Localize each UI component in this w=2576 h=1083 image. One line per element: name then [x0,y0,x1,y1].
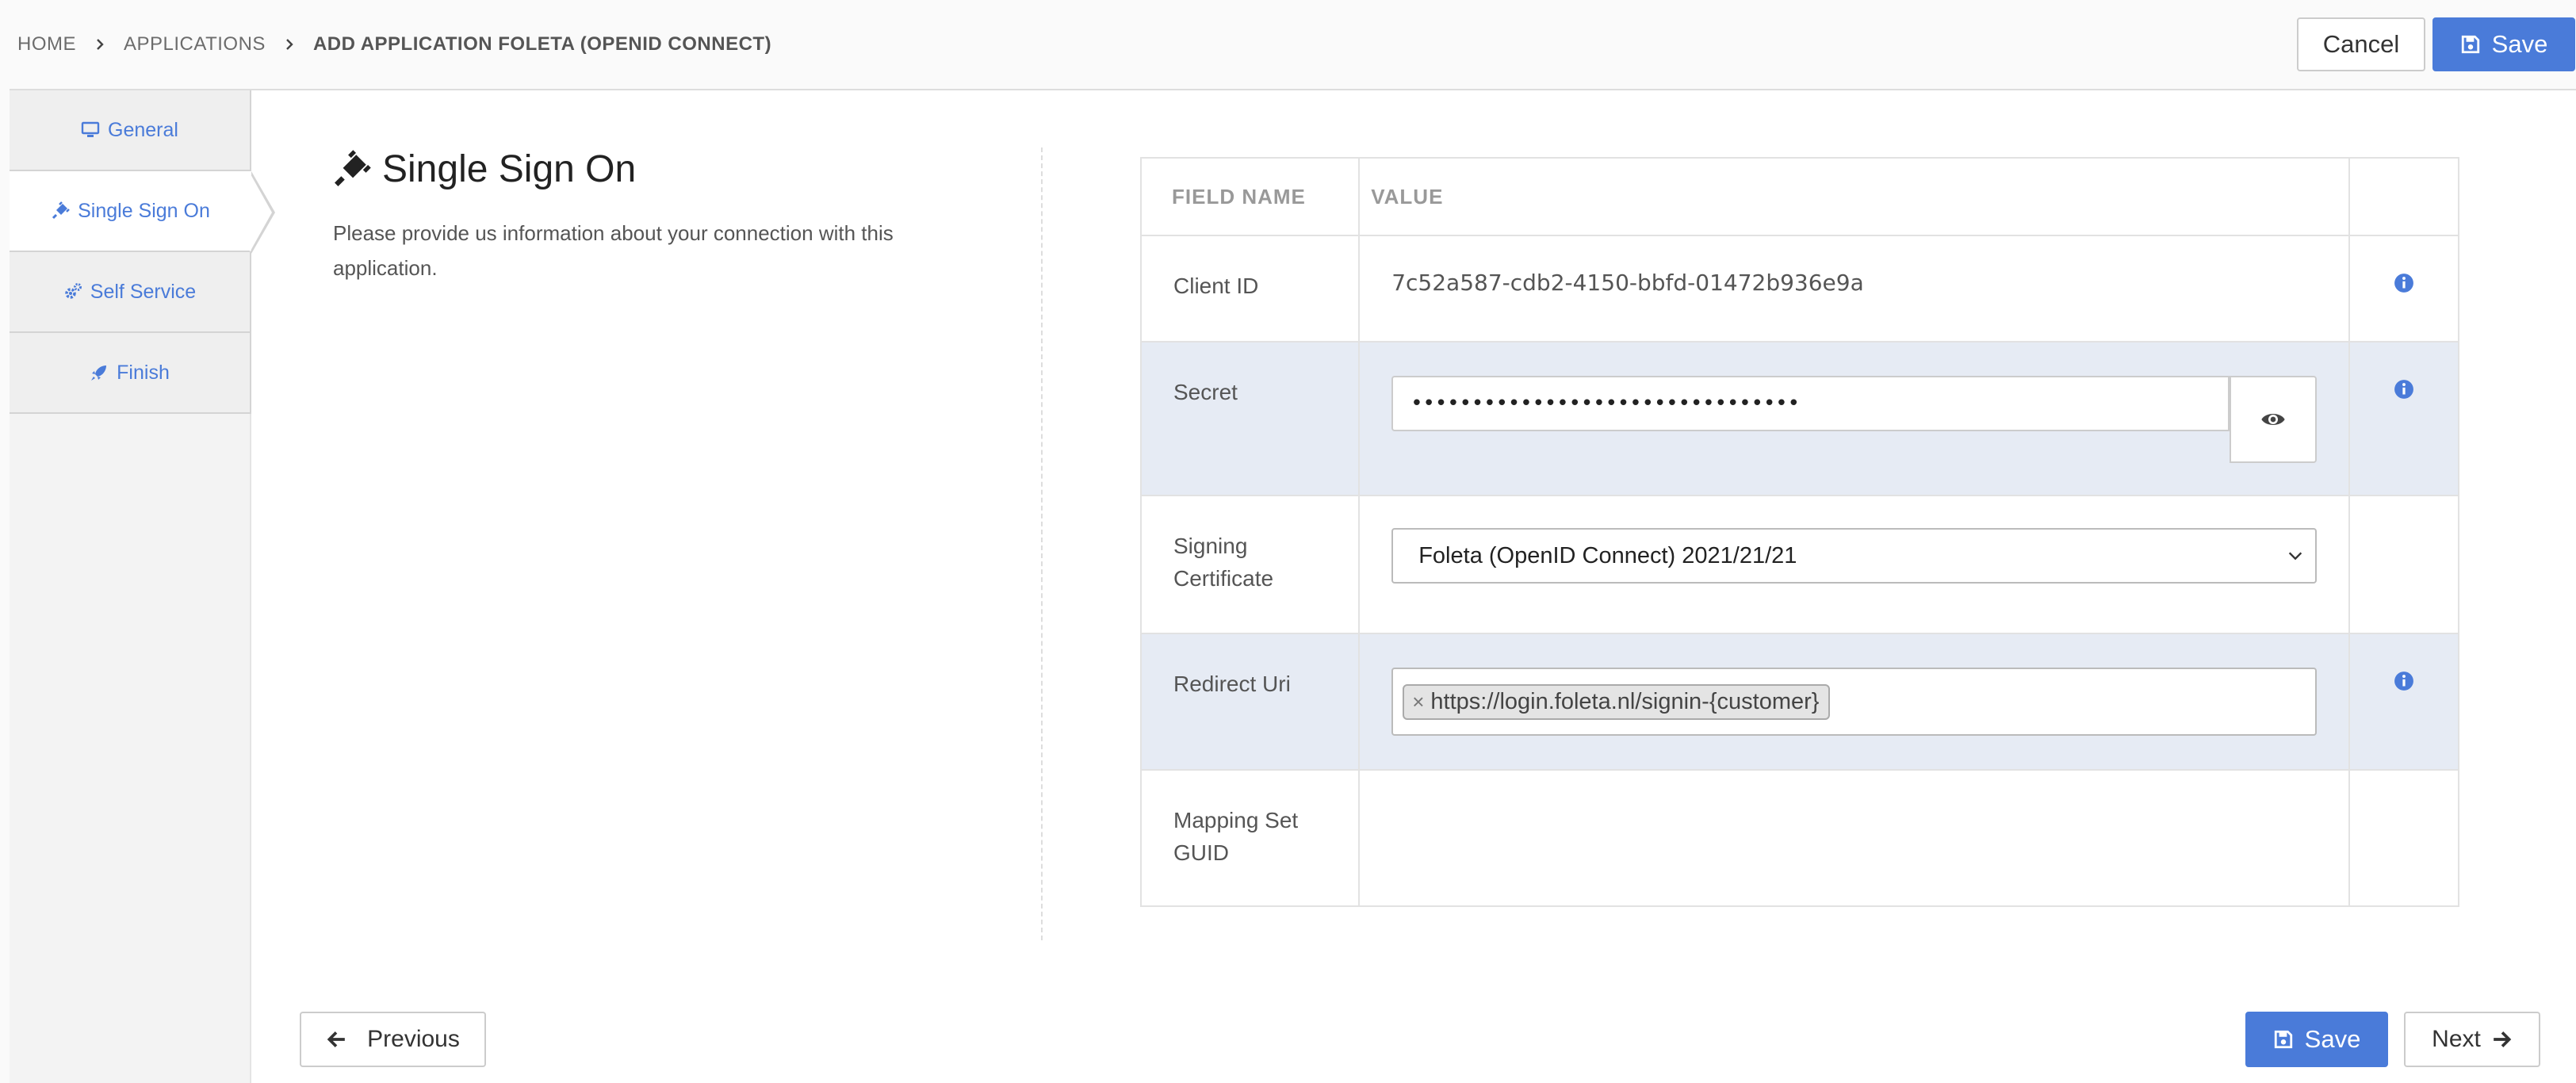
fields-table: FIELD NAME VALUE Client ID 7c52a587-cdb2… [1139,157,2459,907]
chevron-right-icon [76,38,124,51]
table-row-redirect-uri: Redirect Uri × https://login.foleta.nl/s… [1139,633,2459,771]
table-row-client-id: Client ID 7c52a587-cdb2-4150-bbfd-01472b… [1139,235,2459,343]
tab-label: General [108,118,178,141]
breadcrumb-applications[interactable]: APPLICATIONS [124,33,266,55]
tab-label: Single Sign On [78,199,210,222]
table-row-signing-certificate: Signing Certificate Foleta (OpenID Conne… [1139,495,2459,634]
info-icon[interactable] [2394,671,2414,691]
page-title: Single Sign On [331,147,636,191]
field-value: 7c52a587-cdb2-4150-bbfd-01472b936e9a [1358,235,2351,343]
info-icon[interactable] [2394,273,2414,293]
column-header-field-name: FIELD NAME [1139,157,1361,236]
section-description: Please provide us information about your… [333,221,894,280]
secret-input[interactable] [1391,376,2230,431]
eye-icon [2261,414,2285,425]
breadcrumb-current: ADD APPLICATION FOLETA (OPENID CONNECT) [312,33,772,55]
field-name: Secret [1139,341,1361,496]
field-value [1358,769,2351,907]
chevron-down-icon [2289,552,2302,561]
active-tab-arrow-fill [250,173,272,252]
next-button[interactable]: Next [2404,1012,2540,1067]
plug-icon [335,149,371,186]
signing-certificate-select[interactable]: Foleta (OpenID Connect) 2021/21/21 [1391,528,2318,584]
desktop-icon [81,121,100,137]
next-button-label: Next [2432,1026,2481,1052]
page-title-text: Single Sign On [382,148,637,190]
info-cell [2348,633,2459,771]
top-bar: HOME APPLICATIONS ADD APPLICATION FOLETA… [0,0,2576,89]
info-icon[interactable] [2394,379,2414,400]
previous-button[interactable]: Previous [300,1012,486,1067]
tab-self-service[interactable]: Self Service [10,252,251,333]
tab-general[interactable]: General [10,90,251,171]
save-button-label: Save [2491,30,2548,58]
section-divider [1041,147,1043,940]
plug-icon [52,201,70,220]
field-name: Redirect Uri [1139,633,1361,771]
tag-label: https://login.foleta.nl/signin-{customer… [1430,688,1820,714]
table-row-mapping-set-guid: Mapping Set GUID [1139,769,2459,907]
info-cell [2348,769,2459,907]
table-header-row: FIELD NAME VALUE [1139,157,2459,236]
field-name: Client ID [1139,235,1361,343]
save-button-bottom[interactable]: Save [2245,1012,2388,1067]
redirect-uri-tag: × https://login.foleta.nl/signin-{custom… [1403,683,1831,720]
info-cell [2348,235,2459,343]
floppy-disk-icon [2461,35,2479,54]
tab-finish[interactable]: Finish [10,333,251,414]
chevron-right-icon [266,38,313,51]
gears-icon [65,283,82,299]
arrow-left-icon [327,1031,345,1047]
toggle-secret-visibility-button[interactable] [2230,376,2318,463]
remove-tag-icon[interactable]: × [1412,690,1424,714]
wizard-sidebar: General Single Sign On Self Service Fini… [10,90,275,1083]
save-button-label: Save [2304,1025,2361,1053]
column-header-value: VALUE [1358,157,2351,236]
rocket-icon [91,365,107,381]
field-name: Signing Certificate [1139,495,1361,634]
field-value: × https://login.foleta.nl/signin-{custom… [1358,633,2351,771]
table-row-secret: Secret [1139,341,2459,496]
tab-single-sign-on[interactable]: Single Sign On [10,171,251,252]
field-value [1358,341,2351,496]
tab-label: Finish [117,361,170,384]
redirect-uri-tags-input[interactable]: × https://login.foleta.nl/signin-{custom… [1391,668,2318,736]
field-name: Mapping Set GUID [1139,769,1361,907]
info-cell [2348,341,2459,496]
floppy-disk-icon [2274,1030,2292,1049]
save-button-top[interactable]: Save [2432,17,2575,71]
breadcrumb-home[interactable]: HOME [17,33,76,55]
previous-button-label: Previous [367,1026,460,1052]
arrow-right-icon [2494,1031,2512,1047]
client-id-value: 7c52a587-cdb2-4150-bbfd-01472b936e9a [1391,270,1864,296]
column-header-info [2348,157,2459,236]
secret-input-group [1391,376,2318,463]
cancel-button[interactable]: Cancel [2297,17,2425,71]
field-value: Foleta (OpenID Connect) 2021/21/21 [1358,495,2351,634]
select-selected-value: Foleta (OpenID Connect) 2021/21/21 [1418,542,1797,568]
tab-label: Self Service [90,280,197,303]
info-cell [2348,495,2459,634]
